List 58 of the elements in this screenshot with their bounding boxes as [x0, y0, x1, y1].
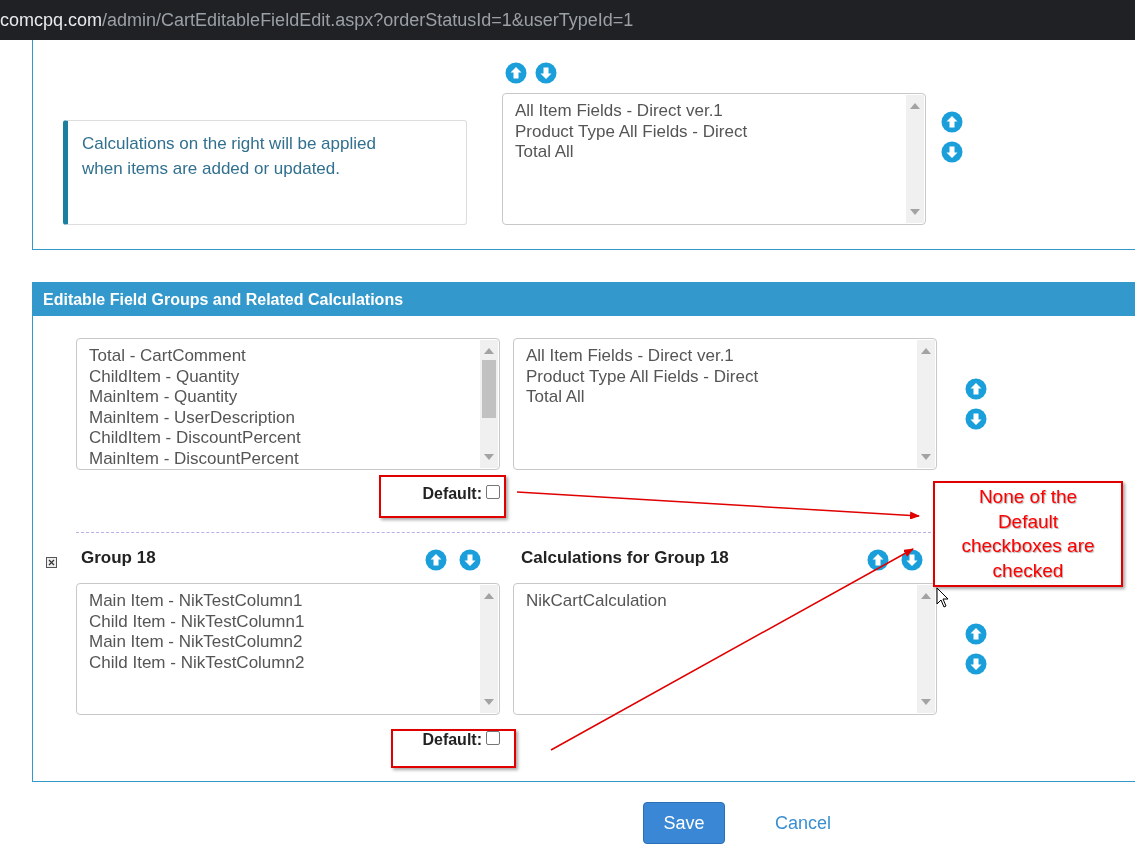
default-checkbox[interactable]	[486, 731, 500, 745]
remove-group-icon[interactable]	[46, 556, 57, 568]
list-option[interactable]: All Item Fields - Direct ver.1	[526, 346, 906, 367]
list-option[interactable]: MainItem - DiscountPercent	[89, 448, 469, 469]
list-option[interactable]: MainItem - UserDescription	[89, 407, 469, 428]
cancel-link[interactable]: Cancel	[775, 809, 832, 837]
list-option[interactable]: NikCartCalculation	[526, 591, 906, 612]
arrow-down-icon[interactable]	[965, 653, 987, 675]
calculations-listbox[interactable]: All Item Fields - Direct ver.1 Product Type All Fields - Direct Total All	[502, 93, 926, 225]
default-label: Default:	[422, 730, 482, 750]
list-option[interactable]: Product Type All Fields - Direct	[526, 366, 906, 387]
panel-header: Editable Field Groups and Related Calculations	[33, 283, 1135, 316]
list-option[interactable]: Total All	[515, 142, 895, 163]
calculations-title: Calculations for Group 18	[521, 547, 730, 570]
arrow-down-icon[interactable]	[535, 62, 557, 84]
callout-note: None of the Default checkboxes are checked	[933, 481, 1123, 587]
mouse-cursor-icon	[936, 587, 949, 608]
arrow-up-icon[interactable]	[941, 111, 963, 133]
list-option[interactable]: Child Item - NikTestColumn2	[89, 652, 469, 673]
list-option[interactable]: Main Item - NikTestColumn2	[89, 632, 469, 653]
default-label: Default:	[422, 484, 482, 504]
list-option[interactable]: Total All	[526, 387, 906, 408]
list-option[interactable]: ChildItem - DiscountPercent	[89, 428, 469, 449]
scroll-down-icon[interactable]	[484, 454, 494, 460]
scrollbar-thumb[interactable]	[482, 360, 496, 418]
list-option[interactable]: Child Item - NikTestColumn1	[89, 611, 469, 632]
fields-listbox[interactable]: Total - CartComment ChildItem - Quantity MainItem - Quantity MainItem - UserDescription ChildItem - DiscountPercent MainItem - DiscountPercent	[76, 338, 500, 470]
list-option[interactable]: Product Type All Fields - Direct	[515, 121, 895, 142]
scroll-up-icon[interactable]	[484, 593, 494, 599]
scroll-up-icon[interactable]	[910, 103, 920, 109]
scroll-down-icon[interactable]	[921, 454, 931, 460]
default-checkbox[interactable]	[486, 485, 500, 499]
scroll-down-icon[interactable]	[921, 699, 931, 705]
scroll-down-icon[interactable]	[910, 209, 920, 215]
list-option[interactable]: Total - CartComment	[89, 346, 469, 367]
arrow-down-icon[interactable]	[965, 408, 987, 430]
fields-listbox[interactable]: Main Item - NikTestColumn1 Child Item - NikTestColumn1 Main Item - NikTestColumn2 Child Item - NikTestColumn2	[76, 583, 500, 715]
arrow-up-icon[interactable]	[505, 62, 527, 84]
save-button[interactable]: Save	[643, 802, 725, 844]
group-title: Group 18	[81, 547, 157, 570]
list-option[interactable]: Main Item - NikTestColumn1	[89, 591, 469, 612]
arrow-up-icon[interactable]	[965, 378, 987, 400]
list-option[interactable]: ChildItem - Quantity	[89, 366, 469, 387]
calculations-listbox[interactable]: NikCartCalculation	[513, 583, 937, 715]
url-text[interactable]: comcpq.com/admin/CartEditableFieldEdit.aspx?orderStatusId=1&userTypeId=1	[0, 10, 634, 30]
calculations-listbox[interactable]: All Item Fields - Direct ver.1 Product Type All Fields - Direct Total All	[513, 338, 937, 470]
arrow-down-icon[interactable]	[941, 141, 963, 163]
scroll-up-icon[interactable]	[921, 348, 931, 354]
arrow-up-icon[interactable]	[965, 623, 987, 645]
arrow-up-icon[interactable]	[425, 549, 447, 571]
arrow-down-icon[interactable]	[459, 549, 481, 571]
arrow-up-icon[interactable]	[867, 549, 889, 571]
list-option[interactable]: All Item Fields - Direct ver.1	[515, 101, 895, 122]
scroll-down-icon[interactable]	[484, 699, 494, 705]
list-option[interactable]: MainItem - Quantity	[89, 387, 469, 408]
arrow-down-icon[interactable]	[901, 549, 923, 571]
info-message: Calculations on the right will be applied when items are added or updated.	[63, 120, 467, 225]
scroll-up-icon[interactable]	[484, 348, 494, 354]
